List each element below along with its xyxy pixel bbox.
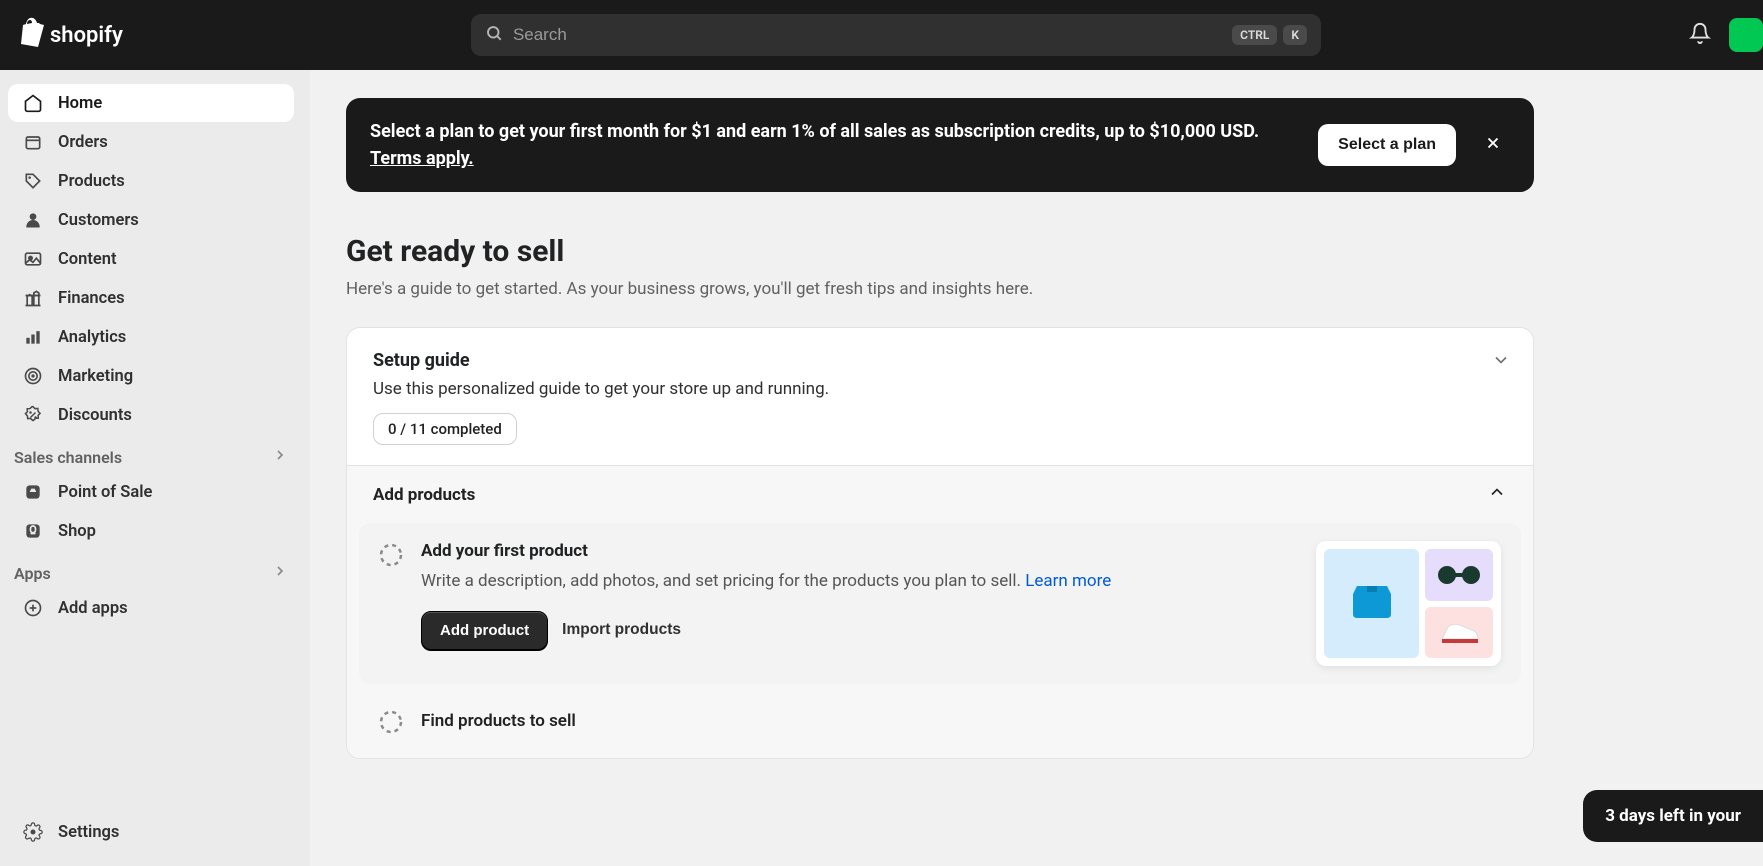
chevron-up-icon bbox=[1487, 482, 1507, 507]
setup-guide-title: Setup guide bbox=[373, 350, 1507, 371]
page-subtitle: Here's a guide to get started. As your b… bbox=[346, 279, 1534, 299]
sidebar-item-shop[interactable]: Shop bbox=[8, 512, 294, 550]
page-title: Get ready to sell bbox=[346, 234, 1534, 269]
global-search[interactable]: CTRL K bbox=[471, 14, 1321, 56]
discounts-icon bbox=[22, 404, 44, 426]
sidebar-item-customers[interactable]: Customers bbox=[8, 201, 294, 239]
task-illustration bbox=[1316, 541, 1501, 666]
products-icon bbox=[22, 170, 44, 192]
gear-icon bbox=[22, 821, 44, 843]
accordion-header-add-products[interactable]: Add products bbox=[347, 466, 1533, 523]
chevron-right-icon bbox=[272, 447, 288, 467]
sidebar-item-finances[interactable]: Finances bbox=[8, 279, 294, 317]
select-plan-button[interactable]: Select a plan bbox=[1318, 124, 1456, 166]
apps-header[interactable]: Apps bbox=[0, 551, 302, 589]
sidebar-item-point-of-sale[interactable]: Point of Sale bbox=[8, 473, 294, 511]
plan-banner: Select a plan to get your first month fo… bbox=[346, 98, 1534, 192]
add-product-button[interactable]: Add product bbox=[421, 611, 548, 650]
sidebar-item-marketing[interactable]: Marketing bbox=[8, 357, 294, 395]
brand-name: shopify bbox=[50, 23, 123, 48]
task-find-products[interactable]: Find products to sell bbox=[359, 696, 1521, 746]
analytics-icon bbox=[22, 326, 44, 348]
chevron-down-icon[interactable] bbox=[1491, 350, 1511, 374]
sidebar-item-settings[interactable]: Settings bbox=[8, 813, 294, 851]
notifications-icon[interactable] bbox=[1689, 22, 1711, 48]
trial-countdown-pill[interactable]: 3 days left in your bbox=[1583, 790, 1763, 842]
profile-avatar[interactable] bbox=[1729, 18, 1763, 52]
customers-icon bbox=[22, 209, 44, 231]
sidebar-item-discounts[interactable]: Discounts bbox=[8, 396, 294, 434]
topbar: shopify CTRL K bbox=[0, 0, 1763, 70]
setup-guide-subtitle: Use this personalized guide to get your … bbox=[373, 379, 1507, 399]
progress-badge: 0 / 11 completed bbox=[373, 413, 517, 445]
home-icon bbox=[22, 92, 44, 114]
main-content: Select a plan to get your first month fo… bbox=[310, 70, 1570, 787]
task-title: Add your first product bbox=[421, 541, 1298, 561]
brand-logo[interactable]: shopify bbox=[18, 17, 123, 53]
orders-icon bbox=[22, 131, 44, 153]
marketing-icon bbox=[22, 365, 44, 387]
hero: Get ready to sell Here's a guide to get … bbox=[346, 234, 1534, 299]
import-products-button[interactable]: Import products bbox=[562, 621, 681, 639]
sales-channels-header[interactable]: Sales channels bbox=[0, 435, 302, 473]
task-add-first-product: Add your first product Write a descripti… bbox=[359, 523, 1521, 684]
search-shortcut: CTRL K bbox=[1232, 25, 1307, 45]
task-description: Write a description, add photos, and set… bbox=[421, 569, 1298, 595]
setup-guide-card: Setup guide Use this personalized guide … bbox=[346, 327, 1534, 759]
close-icon[interactable] bbox=[1476, 125, 1510, 165]
task-incomplete-icon[interactable] bbox=[379, 543, 403, 567]
sidebar-item-orders[interactable]: Orders bbox=[8, 123, 294, 161]
shopify-bag-icon bbox=[18, 17, 44, 53]
content-icon bbox=[22, 248, 44, 270]
search-icon bbox=[485, 24, 503, 46]
plus-circle-icon bbox=[22, 597, 44, 619]
shop-icon bbox=[22, 520, 44, 542]
sidebar-item-home[interactable]: Home bbox=[8, 84, 294, 122]
task-incomplete-icon[interactable] bbox=[379, 710, 403, 734]
sidebar: HomeOrdersProductsCustomersContentFinanc… bbox=[0, 70, 310, 866]
search-input[interactable] bbox=[513, 25, 1222, 45]
terms-link[interactable]: Terms apply. bbox=[370, 148, 474, 169]
sidebar-item-add-apps[interactable]: Add apps bbox=[8, 589, 294, 627]
sidebar-item-products[interactable]: Products bbox=[8, 162, 294, 200]
sidebar-item-analytics[interactable]: Analytics bbox=[8, 318, 294, 356]
chevron-right-icon bbox=[272, 563, 288, 583]
pos-icon bbox=[22, 481, 44, 503]
sidebar-item-content[interactable]: Content bbox=[8, 240, 294, 278]
finances-icon bbox=[22, 287, 44, 309]
learn-more-link[interactable]: Learn more bbox=[1025, 571, 1111, 591]
banner-text: Select a plan to get your first month fo… bbox=[370, 118, 1298, 172]
